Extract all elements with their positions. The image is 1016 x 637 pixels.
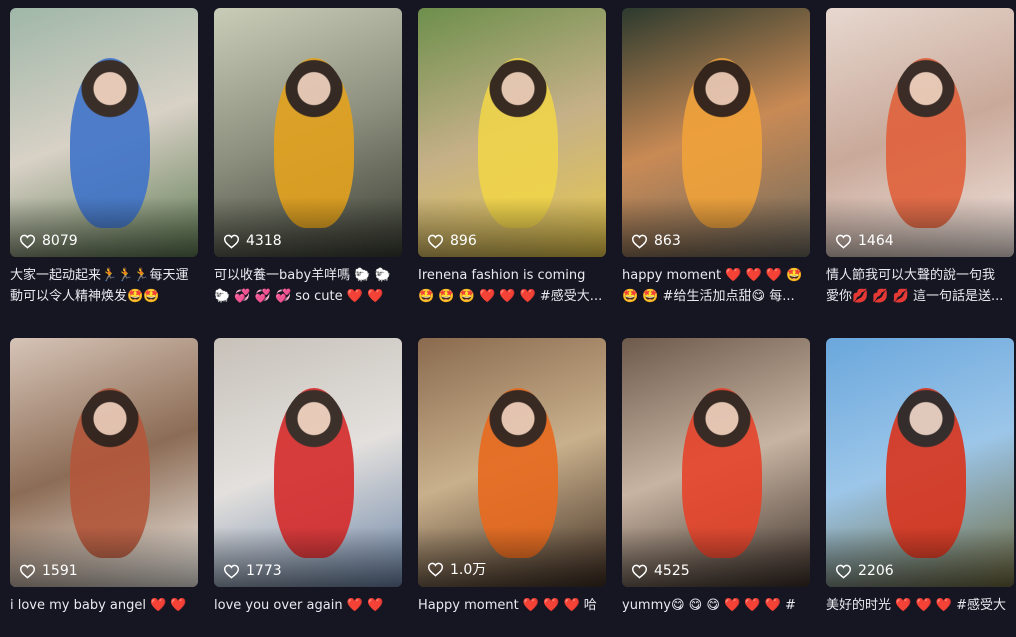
like-count: 896 <box>427 233 477 249</box>
video-caption[interactable]: Irenena fashion is coming 🤩 🤩 🤩 ❤️ ❤️ ❤️ … <box>418 265 606 307</box>
video-card[interactable]: 1464 情人節我可以大聲的說一句我 愛你💋 💋 💋 這一句話是送... <box>826 8 1014 307</box>
video-thumbnail[interactable]: 2206 <box>826 338 1014 587</box>
heart-icon <box>835 234 852 249</box>
caption-line-2: 🤩 🤩 #给生活加点甜😋 每... <box>622 289 795 304</box>
video-card[interactable]: 2206 美好的时光 ❤️ ❤️ ❤️ #感受大 <box>826 338 1014 637</box>
video-caption[interactable]: i love my baby angel ❤️ ❤️ <box>10 595 198 637</box>
like-count-value: 1773 <box>246 563 282 579</box>
video-caption[interactable]: love you over again ❤️ ❤️ <box>214 595 402 637</box>
like-count: 2206 <box>835 563 894 579</box>
like-count: 1773 <box>223 563 282 579</box>
video-thumbnail[interactable]: 1591 <box>10 338 198 587</box>
like-count-value: 4318 <box>246 233 282 249</box>
caption-line-1: 美好的时光 ❤️ ❤️ ❤️ #感受大 <box>826 598 1006 613</box>
video-thumbnail[interactable]: 1.0万 <box>418 338 606 587</box>
like-count: 4525 <box>631 563 690 579</box>
caption-line-1: 大家一起动起来🏃🏃🏃每天運 <box>10 268 189 283</box>
caption-line-2: 🤩 🤩 🤩 ❤️ ❤️ ❤️ #感受大... <box>418 289 603 304</box>
caption-line-1: 情人節我可以大聲的說一句我 <box>826 268 996 283</box>
video-thumbnail[interactable]: 1464 <box>826 8 1014 257</box>
like-count-value: 1464 <box>858 233 894 249</box>
like-count-value: 863 <box>654 233 681 249</box>
heart-icon <box>19 564 36 579</box>
heart-icon <box>427 562 444 577</box>
like-count-value: 4525 <box>654 563 690 579</box>
video-thumbnail[interactable]: 1773 <box>214 338 402 587</box>
heart-icon <box>631 234 648 249</box>
video-thumbnail[interactable]: 4525 <box>622 338 810 587</box>
heart-icon <box>19 234 36 249</box>
caption-line-1: Irenena fashion is coming <box>418 268 586 283</box>
video-caption[interactable]: 美好的时光 ❤️ ❤️ ❤️ #感受大 <box>826 595 1014 637</box>
like-count: 8079 <box>19 233 78 249</box>
like-count-value: 8079 <box>42 233 78 249</box>
caption-line-1: happy moment ❤️ ❤️ ❤️ 🤩 <box>622 268 803 283</box>
caption-line-2: 愛你💋 💋 💋 這一句話是送... <box>826 289 1004 304</box>
like-count: 863 <box>631 233 681 249</box>
like-count: 1.0万 <box>427 559 486 579</box>
video-caption[interactable]: 可以收養一baby羊咩嗎 🐑 🐑 🐑 💞 💞 💞 so cute ❤️ ❤️ <box>214 265 402 307</box>
caption-line-1: love you over again ❤️ ❤️ <box>214 598 384 613</box>
video-card[interactable]: 1.0万 Happy moment ❤️ ❤️ ❤️ 哈 <box>418 338 606 637</box>
heart-icon <box>427 234 444 249</box>
video-thumbnail[interactable]: 4318 <box>214 8 402 257</box>
video-caption[interactable]: Happy moment ❤️ ❤️ ❤️ 哈 <box>418 595 606 637</box>
like-count-value: 1.0万 <box>450 562 487 578</box>
video-thumbnail[interactable]: 896 <box>418 8 606 257</box>
like-count: 4318 <box>223 233 282 249</box>
like-count-value: 2206 <box>858 563 894 579</box>
caption-line-1: Happy moment ❤️ ❤️ ❤️ 哈 <box>418 598 597 613</box>
like-count: 1464 <box>835 233 894 249</box>
video-caption[interactable]: yummy😋 😋 😋 ❤️ ❤️ ❤️ # <box>622 595 810 637</box>
heart-icon <box>223 234 240 249</box>
video-thumbnail[interactable]: 863 <box>622 8 810 257</box>
video-card[interactable]: 4525 yummy😋 😋 😋 ❤️ ❤️ ❤️ # <box>622 338 810 637</box>
caption-line-1: 可以收養一baby羊咩嗎 🐑 🐑 <box>214 268 391 283</box>
video-card[interactable]: 4318 可以收養一baby羊咩嗎 🐑 🐑 🐑 💞 💞 💞 so cute ❤️ ❤… <box>214 8 402 307</box>
caption-line-1: i love my baby angel ❤️ ❤️ <box>10 598 187 613</box>
video-caption[interactable]: 大家一起动起来🏃🏃🏃每天運 動可以令人精神焕发🤩🤩 <box>10 265 198 307</box>
caption-line-2: 動可以令人精神焕发🤩🤩 <box>10 289 160 304</box>
heart-icon <box>223 564 240 579</box>
video-thumbnail[interactable]: 8079 <box>10 8 198 257</box>
video-caption[interactable]: 情人節我可以大聲的說一句我 愛你💋 💋 💋 這一句話是送... <box>826 265 1014 307</box>
video-caption[interactable]: happy moment ❤️ ❤️ ❤️ 🤩 🤩 🤩 #给生活加点甜😋 每... <box>622 265 810 307</box>
like-count-value: 1591 <box>42 563 78 579</box>
video-card[interactable]: 8079 大家一起动起来🏃🏃🏃每天運 動可以令人精神焕发🤩🤩 <box>10 8 198 307</box>
caption-line-1: yummy😋 😋 😋 ❤️ ❤️ ❤️ # <box>622 598 796 613</box>
heart-icon <box>835 564 852 579</box>
caption-line-2: 🐑 💞 💞 💞 so cute ❤️ ❤️ <box>214 289 384 304</box>
like-count-value: 896 <box>450 233 477 249</box>
video-card[interactable]: 1591 i love my baby angel ❤️ ❤️ <box>10 338 198 637</box>
video-card[interactable]: 1773 love you over again ❤️ ❤️ <box>214 338 402 637</box>
video-card[interactable]: 863 happy moment ❤️ ❤️ ❤️ 🤩 🤩 🤩 #给生活加点甜😋 每… <box>622 8 810 307</box>
video-card[interactable]: 896 Irenena fashion is coming 🤩 🤩 🤩 ❤️ ❤️ … <box>418 8 606 307</box>
heart-icon <box>631 564 648 579</box>
like-count: 1591 <box>19 563 78 579</box>
